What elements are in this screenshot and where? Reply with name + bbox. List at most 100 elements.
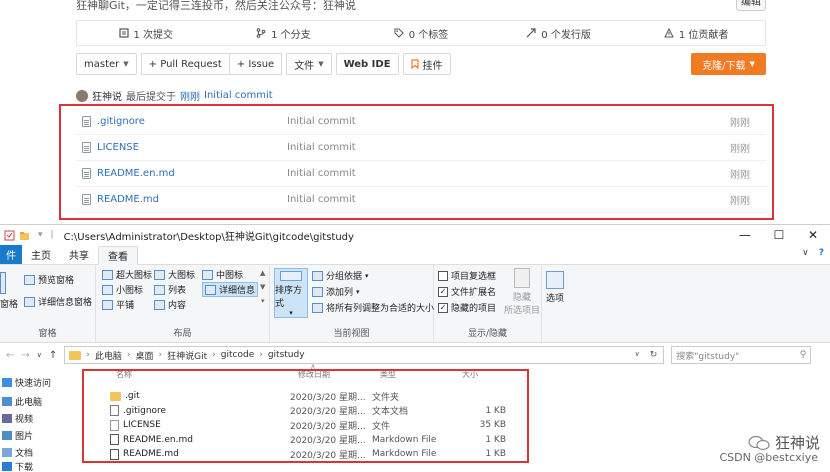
- back-arrow-icon[interactable]: ←: [6, 350, 14, 361]
- window-controls: — ☐ ✕: [728, 225, 830, 245]
- layout-medium-icons[interactable]: 中图标: [202, 268, 243, 281]
- preview-pane-button[interactable]: 预览窗格: [24, 273, 74, 286]
- layout-icon: [102, 284, 113, 295]
- breadcrumb-desktop[interactable]: 桌面: [136, 349, 154, 362]
- tab-file[interactable]: 件: [0, 245, 22, 264]
- star-icon: [2, 378, 12, 387]
- ribbon-group-label: 窗格: [38, 329, 57, 339]
- pull-request-button[interactable]: + Pull Request: [140, 53, 230, 75]
- edit-button[interactable]: 编辑: [736, 0, 766, 11]
- item-checkboxes-toggle[interactable]: 项目复选框: [438, 269, 496, 282]
- clone-download-button[interactable]: 克隆/下载 ▼: [691, 53, 766, 75]
- web-ide-button[interactable]: Web IDE: [335, 53, 399, 75]
- checkbox[interactable]: ✓: [438, 302, 448, 313]
- watermark-csdn: CSDN @bestcxiye: [719, 451, 818, 464]
- file-menu-button[interactable]: 文件 ▼: [286, 53, 332, 75]
- widget-button[interactable]: 挂件: [402, 53, 451, 75]
- nav-item-downloads[interactable]: 下载: [0, 462, 60, 471]
- commit-message[interactable]: Initial commit: [204, 90, 273, 101]
- layout-extra-large-icons[interactable]: 超大图标: [102, 268, 152, 281]
- nav-item-quick-access[interactable]: 快速访问: [0, 375, 60, 390]
- tab-view[interactable]: 查看: [98, 246, 138, 265]
- tag-icon: [394, 28, 404, 38]
- address-row: ← → ∨ ↑ › 此电脑 › 桌面 › 狂神说Git › gitcode › …: [0, 343, 830, 367]
- nav-item-documents[interactable]: 文档: [0, 445, 60, 460]
- hide-selected-label: 所选项目: [504, 306, 541, 316]
- maximize-icon[interactable]: ☐: [762, 225, 796, 245]
- close-icon[interactable]: ✕: [796, 225, 830, 245]
- branch-icon: [256, 28, 266, 38]
- nav-item-this-pc[interactable]: 此电脑: [0, 394, 60, 409]
- layout-label: 列表: [168, 286, 187, 296]
- stat-contributors[interactable]: 1 位贡献者: [627, 26, 765, 41]
- chevron-down-icon[interactable]: ▾: [38, 230, 43, 240]
- layout-list[interactable]: 列表: [154, 283, 186, 296]
- breadcrumb-gitcode[interactable]: gitcode: [221, 350, 254, 360]
- address-bar[interactable]: › 此电脑 › 桌面 › 狂神说Git › gitcode › gitstudy…: [64, 346, 665, 364]
- minimize-icon[interactable]: —: [728, 225, 762, 245]
- details-pane-button[interactable]: 详细信息窗格: [24, 295, 92, 308]
- divider: |: [50, 230, 54, 240]
- avatar[interactable]: [76, 89, 88, 102]
- stat-branches[interactable]: 1 个分支: [215, 26, 353, 41]
- fit-columns-label: 将所有列调整为合适的大小: [326, 304, 435, 314]
- fit-columns-button[interactable]: 将所有列调整为合适的大小: [312, 301, 434, 314]
- breadcrumb-kuangshen-git[interactable]: 狂神说Git: [167, 349, 207, 362]
- hidden-items-label: 隐藏的项目: [451, 304, 497, 314]
- caret-down-icon: ▼: [749, 60, 755, 68]
- tab-home[interactable]: 主页: [22, 245, 60, 264]
- group-by-button[interactable]: 分组依据 ▾: [312, 269, 369, 282]
- layout-large-icons[interactable]: 大图标: [154, 268, 195, 281]
- breadcrumb-separator: ›: [126, 350, 131, 360]
- stat-branches-label: 1 个分支: [271, 29, 311, 41]
- layout-content[interactable]: 内容: [154, 298, 186, 311]
- navigation-pane-button[interactable]: [0, 272, 6, 294]
- address-controls: ∨ ↻: [635, 350, 664, 360]
- title-bar: ▾ | C:\Users\Administrator\Desktop\狂神说Gi…: [0, 225, 830, 245]
- forward-arrow-icon[interactable]: →: [21, 350, 29, 361]
- layout-details[interactable]: 详细信息: [202, 282, 259, 297]
- up-arrow-icon[interactable]: ↑: [49, 350, 57, 361]
- commit-author[interactable]: 狂神说: [92, 88, 122, 103]
- stat-tags[interactable]: 0 个标签: [352, 26, 490, 41]
- caret-down-icon: ▾: [365, 271, 369, 280]
- layout-label: 平铺: [116, 301, 135, 311]
- nav-item-pictures[interactable]: 图片: [0, 428, 60, 443]
- properties-icon[interactable]: [4, 230, 15, 241]
- layout-tiles[interactable]: 平铺: [102, 298, 134, 311]
- new-folder-icon[interactable]: [19, 230, 30, 241]
- last-commit-bar: 狂神说 最后提交于 刚刚 Initial commit: [76, 88, 273, 103]
- breadcrumb-gitstudy[interactable]: gitstudy: [268, 350, 305, 360]
- stat-commits[interactable]: 1 次提交: [77, 26, 215, 41]
- breadcrumb-this-pc[interactable]: 此电脑: [95, 349, 122, 362]
- checkbox[interactable]: ✓: [438, 286, 448, 297]
- nav-item-videos[interactable]: 视频: [0, 411, 60, 426]
- add-columns-button[interactable]: 添加列 ▾: [312, 285, 360, 298]
- layout-scroll-arrows[interactable]: ▲ ▼ ▾: [260, 269, 265, 305]
- help-icon[interactable]: ?: [819, 248, 824, 258]
- hide-selected-button[interactable]: 隐藏 所选项目: [504, 268, 540, 316]
- issue-button[interactable]: + Issue: [229, 53, 283, 75]
- pr-issue-group: + Pull Request + Issue: [140, 53, 283, 75]
- options-button[interactable]: 选项: [546, 271, 564, 304]
- collapse-ribbon-icon[interactable]: ∨: [802, 248, 809, 258]
- extensions-toggle[interactable]: ✓ 文件扩展名: [438, 285, 496, 298]
- chevron-down-icon[interactable]: ∨: [635, 350, 640, 360]
- checkbox[interactable]: [438, 270, 448, 281]
- refresh-icon[interactable]: ↻: [650, 350, 658, 360]
- breadcrumb-separator: ›: [86, 350, 90, 360]
- options-icon: [546, 271, 564, 289]
- branch-select[interactable]: master ▼: [76, 53, 137, 75]
- file-menu-label: 文件: [294, 60, 315, 72]
- layout-small-icons[interactable]: 小图标: [102, 283, 143, 296]
- hidden-items-toggle[interactable]: ✓ 隐藏的项目: [438, 301, 496, 314]
- recent-locations-icon[interactable]: ∨: [37, 351, 42, 359]
- stat-releases[interactable]: 0 个发行版: [490, 26, 628, 41]
- commit-icon: [118, 28, 129, 38]
- sort-by-button[interactable]: 排序方式 ▾: [274, 268, 308, 318]
- highlight-box-repo: [59, 104, 774, 220]
- search-input[interactable]: 搜索"gitstudy" ⚲: [671, 346, 812, 364]
- folder-icon: [69, 350, 82, 360]
- tab-share[interactable]: 共享: [60, 245, 98, 264]
- ribbon-group-label: 当前视图: [333, 329, 370, 339]
